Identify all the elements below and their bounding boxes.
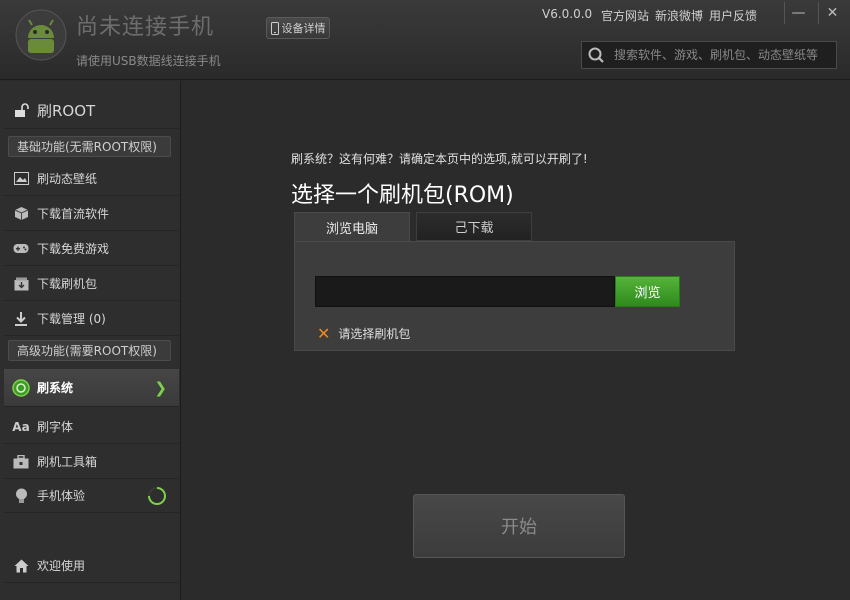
android-logo-icon xyxy=(15,9,67,61)
rom-select-panel: 浏览 ✕ 请选择刷机包 xyxy=(294,241,735,351)
validation-text: 请选择刷机包 xyxy=(338,327,411,341)
sidebar-item-download-software[interactable]: 下载首流软件 xyxy=(4,197,179,231)
main-content: 刷系统？这有何难？请确定本页中的选项,就可以开刷了! 选择一个刷机包(ROM) … xyxy=(182,81,850,600)
search-icon[interactable] xyxy=(582,46,610,64)
sidebar-item-label: 下载免费游戏 xyxy=(37,242,110,256)
flash-system-icon xyxy=(12,378,30,397)
unlock-icon xyxy=(12,103,30,118)
home-icon xyxy=(12,559,30,573)
start-button[interactable]: 开始 xyxy=(413,494,625,558)
sidebar-item-welcome[interactable]: 欢迎使用 xyxy=(4,549,179,583)
instruction-text: 刷系统？这有何难？请确定本页中的选项,就可以开刷了! xyxy=(291,152,588,166)
device-details-button[interactable]: 设备详情 xyxy=(266,17,330,39)
sidebar-item-phone-experience[interactable]: 手机体验 xyxy=(4,479,179,513)
phone-icon xyxy=(270,21,279,35)
toolbox-icon xyxy=(12,454,30,469)
chevron-right-icon: ❯ xyxy=(154,378,167,397)
validation-message: ✕ 请选择刷机包 xyxy=(317,324,410,343)
weibo-link[interactable]: 新浪微博 xyxy=(655,7,703,24)
sidebar-item-flash-toolbox[interactable]: 刷机工具箱 xyxy=(4,445,179,479)
section-advanced-functions: 高级功能(需要ROOT权限) xyxy=(8,340,171,361)
app-subtitle: 请使用USB数据线连接手机 xyxy=(76,54,221,68)
sidebar-item-live-wallpaper[interactable]: 刷动态壁纸 xyxy=(4,162,179,196)
sidebar-item-download-manager[interactable]: 下载管理 (0) xyxy=(4,302,179,336)
search-input[interactable] xyxy=(610,42,836,68)
sidebar-item-label: 刷动态壁纸 xyxy=(37,172,98,186)
lightbulb-icon xyxy=(12,488,30,504)
sidebar-item-download-games[interactable]: 下载免费游戏 xyxy=(4,232,179,266)
feedback-link[interactable]: 用户反馈 xyxy=(709,7,757,24)
sidebar-item-label: 下载管理 (0) xyxy=(37,312,106,326)
sidebar-item-label: 欢迎使用 xyxy=(37,559,86,573)
minimize-button[interactable]: — xyxy=(784,2,812,24)
search-box xyxy=(581,41,837,69)
wallpaper-icon xyxy=(12,172,30,185)
sidebar-item-flash-font[interactable]: Aa 刷字体 xyxy=(4,410,179,444)
sidebar-item-label: 刷系统 xyxy=(37,381,74,395)
version-label: V6.0.0.0 xyxy=(542,7,593,21)
tab-downloaded[interactable]: 己下载 xyxy=(416,212,532,241)
package-icon xyxy=(12,277,30,291)
tab-browse-computer[interactable]: 浏览电脑 xyxy=(294,212,410,241)
close-button[interactable]: ✕ xyxy=(818,2,846,24)
box-icon xyxy=(12,206,30,221)
sidebar-item-label: 下载刷机包 xyxy=(37,277,98,291)
sidebar-item-label: 下载首流软件 xyxy=(37,207,110,221)
download-icon xyxy=(12,311,30,327)
title-bar: 尚未连接手机 请使用USB数据线连接手机 设备详情 V6.0.0.0 官方网站 … xyxy=(0,0,850,80)
section-basic-functions: 基础功能(无需ROOT权限) xyxy=(8,136,171,157)
rom-path-input[interactable] xyxy=(315,276,615,307)
device-details-label: 设备详情 xyxy=(281,22,326,35)
sidebar-item-label: 刷字体 xyxy=(37,420,74,434)
browse-button[interactable]: 浏览 xyxy=(615,276,680,307)
page-title: 选择一个刷机包(ROM) xyxy=(291,183,514,208)
sidebar: 刷ROOT 基础功能(无需ROOT权限) 刷动态壁纸 下载首流软件 下载免费游戏… xyxy=(0,81,181,600)
sidebar-item-label: 刷机工具箱 xyxy=(37,455,98,469)
gamepad-icon xyxy=(12,243,30,254)
sidebar-item-flash-system[interactable]: 刷系统 ❯ xyxy=(4,369,179,407)
sidebar-item-label: 刷ROOT xyxy=(37,102,96,120)
error-x-icon: ✕ xyxy=(317,324,331,343)
sidebar-item-label: 手机体验 xyxy=(37,489,86,503)
sidebar-item-flash-root[interactable]: 刷ROOT xyxy=(4,93,179,129)
sidebar-item-download-roms[interactable]: 下载刷机包 xyxy=(4,267,179,301)
font-icon: Aa xyxy=(12,419,30,434)
official-site-link[interactable]: 官方网站 xyxy=(601,7,649,24)
app-title: 尚未连接手机 xyxy=(76,15,215,40)
loading-spinner-icon xyxy=(148,486,166,505)
